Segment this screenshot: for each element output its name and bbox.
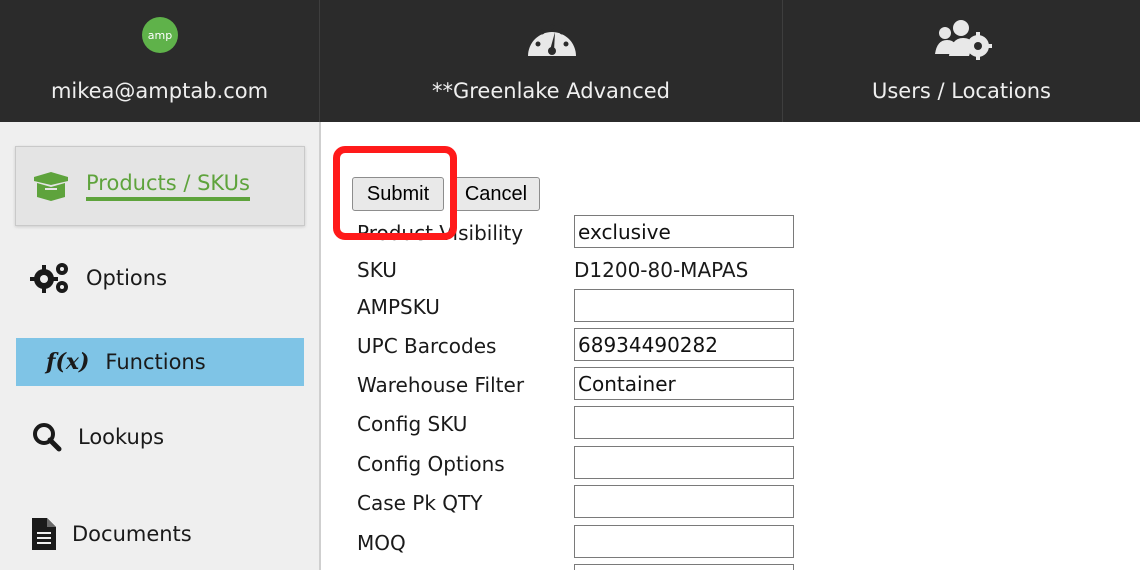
field-label: Warehouse Filter — [357, 373, 525, 397]
product-form: Submit Cancel Product Visibility SKU D12… — [323, 122, 1140, 570]
sku-value: D1200-80-MAPAS — [574, 258, 749, 282]
annotation-highlight-box — [333, 146, 457, 240]
next-field-input[interactable] — [574, 564, 794, 570]
cancel-button[interactable]: Cancel — [452, 177, 540, 211]
field-row-config-options: Config Options — [357, 446, 797, 480]
field-label: Config Options — [357, 452, 505, 476]
user-account-cell[interactable]: amp mikea@amptab.com — [0, 0, 320, 122]
function-icon: f(x) — [46, 349, 90, 375]
sidebar-item-lookups[interactable]: Lookups — [32, 422, 164, 452]
app-title[interactable]: **Greenlake Advanced — [320, 79, 782, 103]
app-dashboard-cell[interactable]: **Greenlake Advanced — [320, 0, 783, 122]
sidebar-item-options[interactable]: Options — [30, 262, 167, 294]
sidebar: Products / SKUs Options f(x) Functions L… — [0, 122, 321, 570]
sidebar-item-products[interactable]: Products / SKUs — [15, 146, 305, 226]
warehouse-filter-input[interactable] — [574, 367, 794, 400]
sidebar-item-label: Lookups — [78, 425, 165, 449]
field-row-ampsku: AMPSKU — [357, 289, 797, 323]
sidebar-item-label: Options — [86, 266, 168, 290]
users-locations-cell[interactable]: Users / Locations — [783, 0, 1140, 122]
config-options-input[interactable] — [574, 446, 794, 479]
case-pk-qty-input[interactable] — [574, 485, 794, 518]
gears-icon — [30, 263, 68, 293]
upc-barcodes-input[interactable] — [574, 328, 794, 361]
search-icon — [33, 423, 62, 452]
field-label: AMPSKU — [357, 295, 440, 319]
dashboard-gauge-icon — [528, 24, 576, 56]
top-header: amp mikea@amptab.com **Greenlake Advance… — [0, 0, 1140, 122]
sidebar-item-documents[interactable]: Documents — [32, 518, 192, 550]
ampsku-input[interactable] — [574, 289, 794, 322]
field-row-case-pk-qty: Case Pk QTY — [357, 485, 797, 519]
document-icon — [32, 518, 56, 550]
field-label: SKU — [357, 258, 397, 282]
field-row-sku: SKU D1200-80-MAPAS — [357, 252, 797, 286]
amp-logo: amp — [142, 17, 178, 53]
user-email[interactable]: mikea@amptab.com — [0, 79, 319, 103]
field-row-warehouse-filter: Warehouse Filter — [357, 367, 797, 401]
sidebar-item-functions[interactable]: f(x) Functions — [16, 338, 304, 386]
field-row-next — [357, 564, 797, 570]
field-label: Config SKU — [357, 412, 468, 436]
field-row-upc-barcodes: UPC Barcodes — [357, 328, 797, 362]
field-label: UPC Barcodes — [357, 334, 497, 358]
moq-input[interactable] — [574, 525, 794, 558]
sidebar-item-label: Documents — [72, 522, 192, 546]
product-visibility-input[interactable] — [574, 215, 794, 248]
users-cog-icon — [935, 20, 992, 60]
sidebar-item-label: Functions — [105, 350, 206, 374]
config-sku-input[interactable] — [574, 406, 794, 439]
box-icon — [34, 172, 68, 201]
field-row-config-sku: Config SKU — [357, 406, 797, 440]
field-label: Case Pk QTY — [357, 491, 483, 515]
sidebar-item-label: Products / SKUs — [86, 171, 250, 201]
field-label: MOQ — [357, 531, 406, 555]
users-locations-label[interactable]: Users / Locations — [783, 79, 1140, 103]
field-row-moq: MOQ — [357, 525, 797, 559]
logo-text: amp — [147, 28, 173, 42]
